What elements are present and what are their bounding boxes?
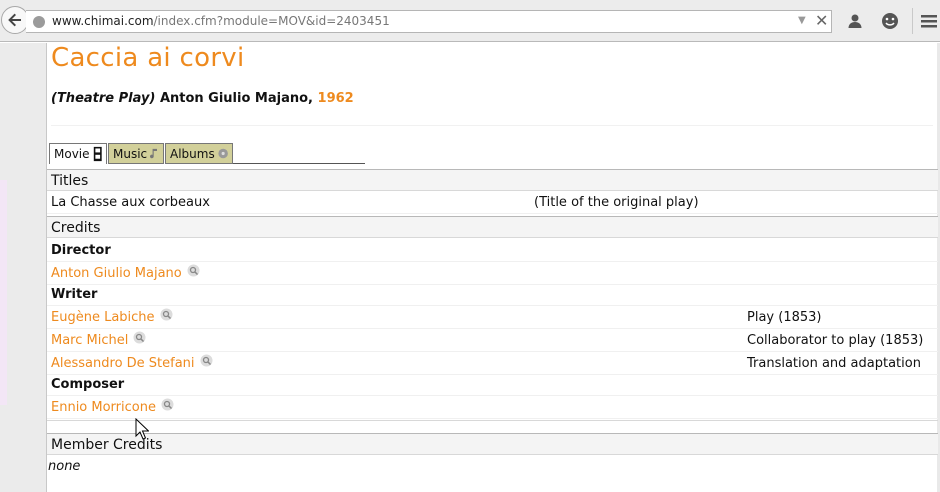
director-link[interactable]: Anton Giulio Majano [51,266,182,281]
alt-title-note: (Title of the original play) [534,195,699,210]
address-bar[interactable]: www.chimai.com/index.cfm?module=MOV&id=2… [26,10,832,33]
url-text[interactable]: www.chimai.com/index.cfm?module=MOV&id=2… [52,14,390,28]
member-credits-heading: Member Credits [47,433,938,455]
tab-music[interactable]: Music [108,143,164,164]
url-path: /index.cfm?module=MOV&id=2403451 [153,14,390,28]
music-note-icon [150,148,158,158]
member-credits-row: none [47,456,938,478]
search-icon[interactable] [160,308,173,325]
tab-underline [233,163,365,164]
url-domain: www.chimai.com [52,14,154,28]
tab-albums[interactable]: Albums [165,143,233,164]
search-icon[interactable] [161,398,174,415]
search-icon[interactable] [200,354,213,371]
divider [51,125,933,126]
director-label: Director [51,243,111,258]
page-content: Caccia ai corvi (Theatre Play) Anton Giu… [46,43,938,492]
alt-title: La Chasse aux corbeaux [51,195,210,210]
composer-link[interactable]: Ennio Morricone [51,400,156,415]
back-arrow-icon [8,13,21,27]
tab-movie[interactable]: Movie [49,143,107,164]
work-info: (Theatre Play) Anton Giulio Majano, 1962 [51,91,354,106]
credit-row: Anton Giulio Majano [47,263,938,285]
writer-label: Writer [51,287,98,302]
disc-icon [218,148,228,159]
browser-toolbar: www.chimai.com/index.cfm?module=MOV&id=2… [0,0,940,42]
search-icon[interactable] [133,331,146,348]
writer-link[interactable]: Marc Michel [51,333,128,348]
credit-row: Ennio Morricone [47,397,938,419]
menu-icon[interactable] [919,11,939,31]
credit-role-row: Director [47,240,938,262]
credit-row: Eugène Labiche Play (1853) [47,307,938,329]
side-strip [0,180,7,405]
writer-role: Play (1853) [747,310,822,325]
divider [47,419,938,421]
composer-label: Composer [51,377,125,392]
writer-role: Collaborator to play (1853) [747,333,924,348]
work-author: Anton Giulio Majano, [159,91,313,106]
writer-role: Translation and adaptation [747,356,921,371]
user-icon[interactable] [845,11,865,31]
tab-music-label: Music [113,146,148,161]
page-title: Caccia ai corvi [51,43,245,73]
url-dropdown-icon[interactable]: ▼ [798,15,806,26]
tab-albums-label: Albums [170,146,215,161]
titles-section-heading: Titles [47,169,938,191]
tab-movie-label: Movie [54,147,90,161]
credits-section-heading: Credits [47,216,938,238]
back-button[interactable] [1,6,29,34]
member-credits-value: none [48,459,81,474]
title-row: La Chasse aux corbeaux (Title of the ori… [47,192,938,214]
credit-row: Marc Michel Collaborator to play (1853) [47,330,938,352]
film-icon [93,146,102,162]
credit-role-row: Writer [47,284,938,306]
site-info-icon[interactable] [33,16,45,28]
credit-role-row: Composer [47,374,938,396]
writer-link[interactable]: Alessandro De Stefani [51,356,195,371]
work-year-link[interactable]: 1962 [318,91,354,106]
toolbar-divider [912,8,913,34]
credit-row: Alessandro De Stefani Translation and ad… [47,353,938,375]
search-icon[interactable] [187,264,200,281]
writer-link[interactable]: Eugène Labiche [51,310,155,325]
work-type: (Theatre Play) [51,91,156,106]
mouse-cursor-icon [135,418,149,440]
stop-icon[interactable]: ✕ [815,11,828,30]
smiley-icon[interactable] [880,11,900,31]
